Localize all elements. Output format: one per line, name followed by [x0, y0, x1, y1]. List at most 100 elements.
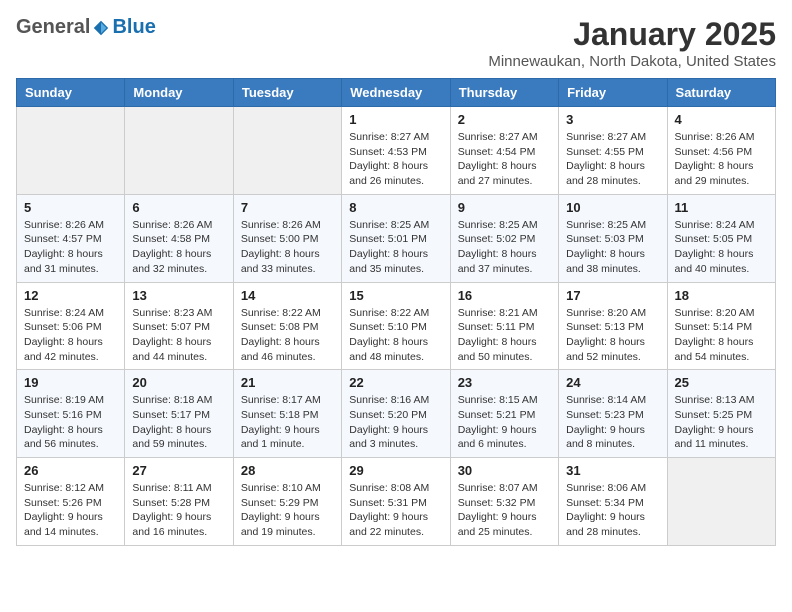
day-info: Sunrise: 8:27 AMSunset: 4:53 PMDaylight:…: [349, 130, 442, 189]
calendar-cell: 17Sunrise: 8:20 AMSunset: 5:13 PMDayligh…: [559, 282, 667, 370]
calendar-cell: 29 Sunrise: 8:08 AMSunset: 5:31 PMDayligh…: [342, 458, 450, 546]
day-info: Sunrise: 8:24 AMSunset: 5:06 PMDaylight:…: [24, 306, 117, 365]
day-number: 30: [458, 463, 551, 478]
day-number: 24: [566, 375, 659, 390]
calendar-cell: [125, 107, 233, 195]
calendar-cell: [17, 107, 125, 195]
week-row-5: 26 Sunrise: 8:12 AMSunset: 5:26 PMDayligh…: [17, 458, 776, 546]
calendar-cell: 14Sunrise: 8:22 AMSunset: 5:08 PMDayligh…: [233, 282, 341, 370]
calendar-cell: 21 Sunrise: 8:17 AMSunset: 5:18 PMDayligh…: [233, 370, 341, 458]
day-info: Sunrise: 8:26 AMSunset: 5:00 PMDaylight:…: [241, 218, 334, 277]
logo-blue: Blue: [112, 16, 155, 39]
day-info: Sunrise: 8:15 AMSunset: 5:21 PMDaylight:…: [458, 393, 551, 452]
calendar-cell: 6 Sunrise: 8:26 AMSunset: 4:58 PMDaylight…: [125, 194, 233, 282]
day-info: Sunrise: 8:16 AMSunset: 5:20 PMDaylight:…: [349, 393, 442, 452]
day-number: 27: [132, 463, 225, 478]
weekday-header-saturday: Saturday: [667, 79, 775, 107]
calendar-cell: 22 Sunrise: 8:16 AMSunset: 5:20 PMDayligh…: [342, 370, 450, 458]
calendar-cell: 24 Sunrise: 8:14 AMSunset: 5:23 PMDayligh…: [559, 370, 667, 458]
calendar-cell: 10 Sunrise: 8:25 AMSunset: 5:03 PMDayligh…: [559, 194, 667, 282]
calendar-cell: 16 Sunrise: 8:21 AMSunset: 5:11 PMDayligh…: [450, 282, 558, 370]
calendar-cell: 20Sunrise: 8:18 AMSunset: 5:17 PMDayligh…: [125, 370, 233, 458]
calendar-cell: 12 Sunrise: 8:24 AMSunset: 5:06 PMDayligh…: [17, 282, 125, 370]
day-info: Sunrise: 8:27 AMSunset: 4:54 PMDaylight:…: [458, 130, 551, 189]
calendar-cell: 8 Sunrise: 8:25 AMSunset: 5:01 PMDaylight…: [342, 194, 450, 282]
calendar-cell: 19Sunrise: 8:19 AMSunset: 5:16 PMDayligh…: [17, 370, 125, 458]
day-info: Sunrise: 8:08 AMSunset: 5:31 PMDaylight:…: [349, 481, 442, 540]
day-number: 31: [566, 463, 659, 478]
day-info: Sunrise: 8:20 AMSunset: 5:14 PMDaylight:…: [675, 306, 768, 365]
calendar-cell: [233, 107, 341, 195]
day-info: Sunrise: 8:11 AMSunset: 5:28 PMDaylight:…: [132, 481, 225, 540]
day-number: 15: [349, 288, 442, 303]
calendar-cell: 5 Sunrise: 8:26 AMSunset: 4:57 PMDaylight…: [17, 194, 125, 282]
day-info: Sunrise: 8:26 AMSunset: 4:56 PMDaylight:…: [675, 130, 768, 189]
day-number: 12: [24, 288, 117, 303]
calendar-cell: 1Sunrise: 8:27 AMSunset: 4:53 PMDaylight…: [342, 107, 450, 195]
day-number: 8: [349, 200, 442, 215]
logo-icon: [92, 19, 110, 37]
day-info: Sunrise: 8:14 AMSunset: 5:23 PMDaylight:…: [566, 393, 659, 452]
day-info: Sunrise: 8:24 AMSunset: 5:05 PMDaylight:…: [675, 218, 768, 277]
day-number: 14: [241, 288, 334, 303]
week-row-2: 5 Sunrise: 8:26 AMSunset: 4:57 PMDaylight…: [17, 194, 776, 282]
day-info: Sunrise: 8:25 AMSunset: 5:01 PMDaylight:…: [349, 218, 442, 277]
day-number: 26: [24, 463, 117, 478]
calendar-subtitle: Minnewaukan, North Dakota, United States: [488, 53, 776, 70]
calendar-cell: 26 Sunrise: 8:12 AMSunset: 5:26 PMDayligh…: [17, 458, 125, 546]
day-number: 11: [675, 200, 768, 215]
day-info: Sunrise: 8:17 AMSunset: 5:18 PMDaylight:…: [241, 393, 334, 452]
day-info: Sunrise: 8:27 AMSunset: 4:55 PMDaylight:…: [566, 130, 659, 189]
day-number: 3: [566, 112, 659, 127]
day-info: Sunrise: 8:21 AMSunset: 5:11 PMDaylight:…: [458, 306, 551, 365]
calendar-cell: 13 Sunrise: 8:23 AMSunset: 5:07 PMDayligh…: [125, 282, 233, 370]
weekday-header-friday: Friday: [559, 79, 667, 107]
calendar-cell: [667, 458, 775, 546]
weekday-header-thursday: Thursday: [450, 79, 558, 107]
weekday-header-tuesday: Tuesday: [233, 79, 341, 107]
day-number: 28: [241, 463, 334, 478]
calendar-cell: 11 Sunrise: 8:24 AMSunset: 5:05 PMDayligh…: [667, 194, 775, 282]
day-number: 16: [458, 288, 551, 303]
day-number: 21: [241, 375, 334, 390]
calendar-cell: 28 Sunrise: 8:10 AMSunset: 5:29 PMDayligh…: [233, 458, 341, 546]
logo: General Blue: [16, 16, 156, 39]
calendar-cell: 7Sunrise: 8:26 AMSunset: 5:00 PMDaylight…: [233, 194, 341, 282]
calendar-cell: 23 Sunrise: 8:15 AMSunset: 5:21 PMDayligh…: [450, 370, 558, 458]
calendar-cell: 3 Sunrise: 8:27 AMSunset: 4:55 PMDaylight…: [559, 107, 667, 195]
day-info: Sunrise: 8:23 AMSunset: 5:07 PMDaylight:…: [132, 306, 225, 365]
day-info: Sunrise: 8:19 AMSunset: 5:16 PMDaylight:…: [24, 393, 117, 452]
logo-general: General: [16, 16, 90, 39]
day-number: 4: [675, 112, 768, 127]
day-info: Sunrise: 8:10 AMSunset: 5:29 PMDaylight:…: [241, 481, 334, 540]
title-block: January 2025 Minnewaukan, North Dakota, …: [488, 16, 776, 70]
day-number: 9: [458, 200, 551, 215]
day-info: Sunrise: 8:26 AMSunset: 4:57 PMDaylight:…: [24, 218, 117, 277]
day-info: Sunrise: 8:12 AMSunset: 5:26 PMDaylight:…: [24, 481, 117, 540]
week-row-4: 19Sunrise: 8:19 AMSunset: 5:16 PMDayligh…: [17, 370, 776, 458]
calendar-cell: 27 Sunrise: 8:11 AMSunset: 5:28 PMDayligh…: [125, 458, 233, 546]
day-number: 22: [349, 375, 442, 390]
weekday-header-monday: Monday: [125, 79, 233, 107]
day-number: 29: [349, 463, 442, 478]
day-number: 5: [24, 200, 117, 215]
calendar-cell: 2 Sunrise: 8:27 AMSunset: 4:54 PMDaylight…: [450, 107, 558, 195]
day-number: 2: [458, 112, 551, 127]
day-info: Sunrise: 8:18 AMSunset: 5:17 PMDaylight:…: [132, 393, 225, 452]
day-info: Sunrise: 8:25 AMSunset: 5:03 PMDaylight:…: [566, 218, 659, 277]
week-row-1: 1Sunrise: 8:27 AMSunset: 4:53 PMDaylight…: [17, 107, 776, 195]
day-number: 23: [458, 375, 551, 390]
calendar-cell: 15 Sunrise: 8:22 AMSunset: 5:10 PMDayligh…: [342, 282, 450, 370]
day-number: 6: [132, 200, 225, 215]
calendar-cell: 31Sunrise: 8:06 AMSunset: 5:34 PMDayligh…: [559, 458, 667, 546]
day-info: Sunrise: 8:13 AMSunset: 5:25 PMDaylight:…: [675, 393, 768, 452]
day-info: Sunrise: 8:26 AMSunset: 4:58 PMDaylight:…: [132, 218, 225, 277]
day-number: 13: [132, 288, 225, 303]
day-info: Sunrise: 8:07 AMSunset: 5:32 PMDaylight:…: [458, 481, 551, 540]
day-number: 17: [566, 288, 659, 303]
calendar-table: SundayMondayTuesdayWednesdayThursdayFrid…: [16, 78, 776, 546]
day-info: Sunrise: 8:22 AMSunset: 5:10 PMDaylight:…: [349, 306, 442, 365]
day-number: 10: [566, 200, 659, 215]
calendar-cell: 25Sunrise: 8:13 AMSunset: 5:25 PMDayligh…: [667, 370, 775, 458]
weekday-header-wednesday: Wednesday: [342, 79, 450, 107]
